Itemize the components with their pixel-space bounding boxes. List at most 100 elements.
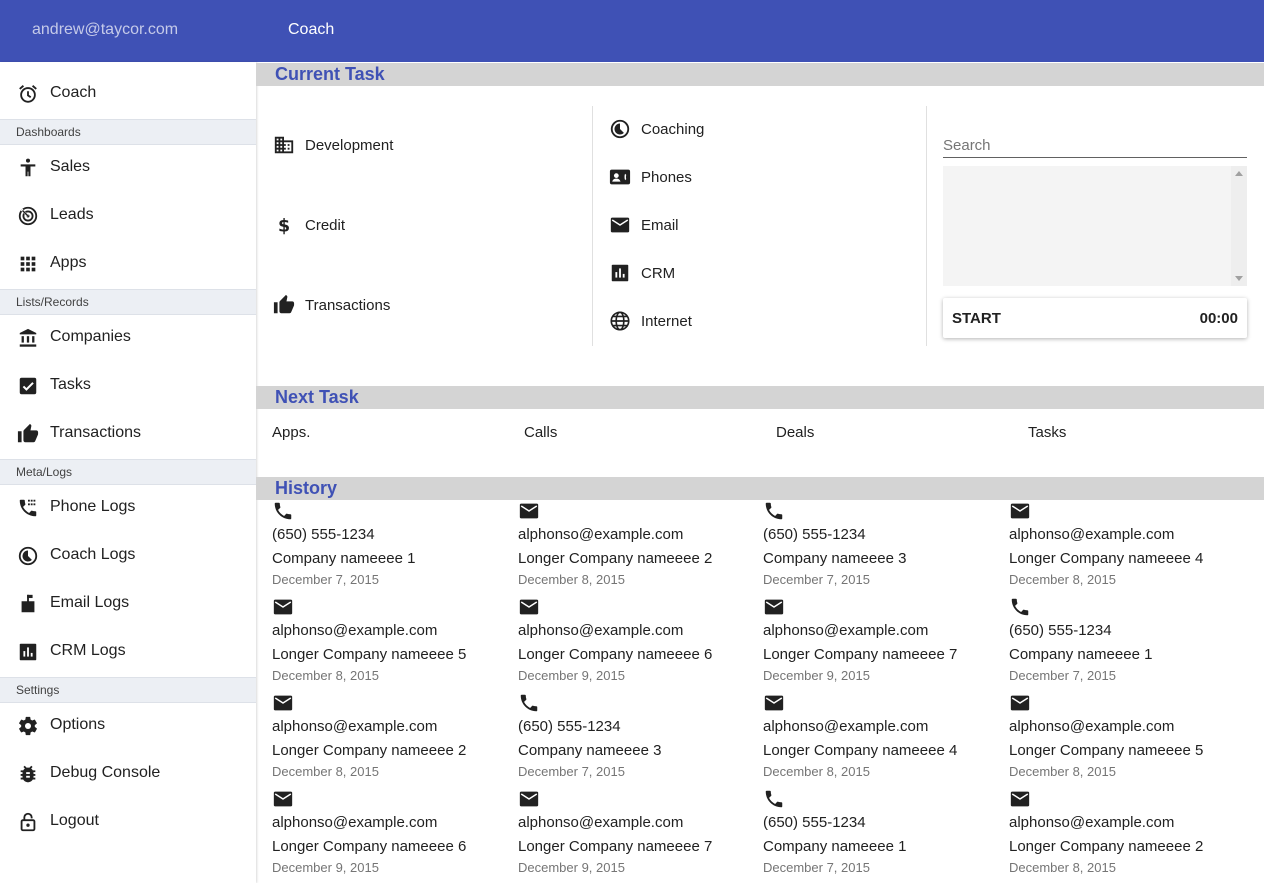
sidebar-item-label: CRM Logs: [50, 642, 126, 659]
sidebar-item-label: Options: [50, 716, 106, 733]
history-item[interactable]: alphonso@example.com Longer Company namee…: [518, 596, 758, 688]
sidebar-item-label: Coach Logs: [50, 546, 136, 563]
task-label: Transactions: [305, 297, 391, 314]
history-date: December 9, 2015: [518, 668, 625, 683]
history-date: December 7, 2015: [763, 860, 870, 875]
sidebar-item-logout[interactable]: Logout: [0, 798, 256, 846]
phone-icon: [272, 500, 296, 524]
sidebar-item-label: Tasks: [50, 376, 91, 393]
history-item[interactable]: alphonso@example.com Longer Company namee…: [272, 692, 512, 784]
sidebar-item-transactions[interactable]: Transactions: [0, 410, 256, 458]
thumb-up-icon: [17, 423, 39, 445]
history-item[interactable]: alphonso@example.com Longer Company namee…: [518, 788, 758, 880]
column-divider: [592, 106, 593, 346]
nav-section-meta-logs: Meta/Logs: [0, 459, 256, 485]
task-label: Credit: [305, 217, 346, 234]
sidebar-item-leads[interactable]: Leads: [0, 192, 256, 240]
column-divider: [926, 106, 927, 346]
history-company: Longer Company nameeee 2: [1009, 838, 1204, 855]
next-task-deals[interactable]: Deals: [776, 424, 814, 441]
bug-icon: [17, 763, 39, 785]
search-input[interactable]: Search: [943, 137, 991, 154]
envelope-icon: [763, 596, 787, 620]
history-date: December 7, 2015: [763, 572, 870, 587]
phone-icon: [763, 500, 787, 524]
history-company: Longer Company nameeee 5: [272, 646, 467, 663]
history-company: Longer Company nameeee 6: [518, 646, 713, 663]
user-email[interactable]: andrew@taycor.com: [32, 21, 178, 39]
scroll-up-arrow-icon[interactable]: [1235, 171, 1243, 176]
envelope-icon: [518, 500, 542, 524]
history-contact: (650) 555-1234: [763, 526, 866, 543]
nav-section-settings: Settings: [0, 677, 256, 703]
history-company: Longer Company nameeee 6: [272, 838, 467, 855]
thumb-up-icon: [273, 294, 297, 318]
start-timer-button[interactable]: START 00:00: [943, 298, 1247, 338]
mailbox-icon: [17, 593, 39, 615]
contact-card-icon: [609, 166, 633, 190]
sidebar-item-email-logs[interactable]: Email Logs: [0, 580, 256, 628]
history-date: December 8, 2015: [518, 572, 625, 587]
history-item[interactable]: alphonso@example.com Longer Company namee…: [1009, 500, 1249, 592]
sidebar-item-coach-logs[interactable]: Coach Logs: [0, 532, 256, 580]
history-item[interactable]: alphonso@example.com Longer Company namee…: [763, 596, 1003, 688]
page-title: Coach: [288, 21, 335, 38]
history-company: Longer Company nameeee 4: [763, 742, 958, 759]
sidebar-item-options[interactable]: Options: [0, 702, 256, 750]
history-item[interactable]: alphonso@example.com Longer Company namee…: [763, 692, 1003, 784]
history-item[interactable]: (650) 555-1234 Company nameeee 1 December …: [1009, 596, 1249, 688]
history-date: December 7, 2015: [1009, 668, 1116, 683]
next-task-calls[interactable]: Calls: [524, 424, 557, 441]
next-task-header: Next Task: [256, 386, 1264, 409]
history-item[interactable]: (650) 555-1234 Company nameeee 1 December …: [763, 788, 1003, 880]
sidebar-item-debug-console[interactable]: Debug Console: [0, 750, 256, 798]
dollar-icon: $: [273, 214, 297, 238]
list-scrollbar[interactable]: [1231, 166, 1247, 286]
history-item[interactable]: (650) 555-1234 Company nameeee 3 December …: [763, 500, 1003, 592]
sidebar-item-label: Sales: [50, 158, 91, 175]
sidebar: Coach Dashboards Sales Leads Apps Lists/…: [0, 62, 256, 883]
history-item[interactable]: alphonso@example.com Longer Company namee…: [272, 596, 512, 688]
section-label: Settings: [16, 683, 60, 697]
envelope-icon: [272, 788, 296, 812]
history-company: Longer Company nameeee 5: [1009, 742, 1204, 759]
sidebar-item-label: Transactions: [50, 424, 141, 441]
scroll-down-arrow-icon[interactable]: [1235, 276, 1243, 281]
history-item[interactable]: alphonso@example.com Longer Company namee…: [1009, 692, 1249, 784]
history-item[interactable]: (650) 555-1234 Company nameeee 3 December …: [518, 692, 758, 784]
sidebar-item-apps[interactable]: Apps: [0, 240, 256, 288]
sidebar-item-coach[interactable]: Coach: [0, 70, 256, 118]
history-company: Company nameeee 1: [272, 550, 416, 567]
sidebar-item-tasks[interactable]: Tasks: [0, 362, 256, 410]
section-label: Meta/Logs: [16, 465, 73, 479]
envelope-icon: [272, 692, 296, 716]
history-company: Company nameeee 3: [518, 742, 662, 759]
sidebar-item-phone-logs[interactable]: Phone Logs: [0, 484, 256, 532]
sidebar-item-sales[interactable]: Sales: [0, 144, 256, 192]
envelope-icon: [1009, 788, 1033, 812]
history-contact: alphonso@example.com: [518, 526, 684, 543]
task-label: Email: [641, 217, 679, 234]
sidebar-item-crm-logs[interactable]: CRM Logs: [0, 628, 256, 676]
history-contact: alphonso@example.com: [1009, 814, 1175, 831]
history-item[interactable]: alphonso@example.com Longer Company namee…: [1009, 788, 1249, 880]
envelope-icon: [609, 214, 633, 238]
task-label: Phones: [641, 169, 692, 186]
history-contact: alphonso@example.com: [763, 622, 929, 639]
start-label: START: [952, 310, 1001, 327]
sidebar-item-companies[interactable]: Companies: [0, 314, 256, 362]
history-date: December 9, 2015: [272, 860, 379, 875]
check-box-icon: [17, 375, 39, 397]
history-item[interactable]: (650) 555-1234 Company nameeee 1 December …: [272, 500, 512, 592]
next-task-tasks[interactable]: Tasks: [1028, 424, 1066, 441]
history-item[interactable]: alphonso@example.com Longer Company namee…: [518, 500, 758, 592]
sidebar-item-label: Email Logs: [50, 594, 130, 611]
history-company: Longer Company nameeee 2: [272, 742, 467, 759]
history-company: Company nameeee 3: [763, 550, 907, 567]
task-label: Internet: [641, 313, 692, 330]
task-list-box[interactable]: [943, 166, 1247, 286]
history-item[interactable]: alphonso@example.com Longer Company namee…: [272, 788, 512, 880]
history-date: December 8, 2015: [1009, 572, 1116, 587]
envelope-icon: [272, 596, 296, 620]
next-task-apps[interactable]: Apps.: [272, 424, 310, 441]
